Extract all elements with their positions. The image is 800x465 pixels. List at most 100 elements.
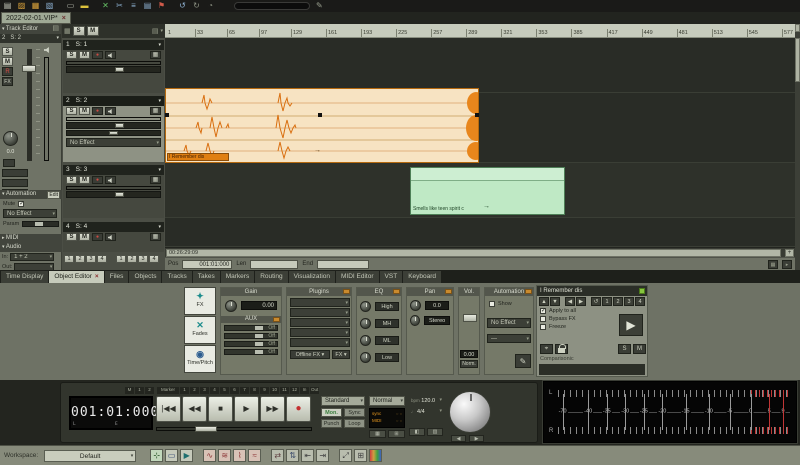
- track-row-2[interactable]: 2 S: 2 ▾ S M ● ▦ No Effect▾: [63, 96, 164, 162]
- close-tab-icon[interactable]: ×: [95, 273, 99, 280]
- plugin-slot-dropdown[interactable]: ▾: [290, 298, 350, 307]
- marker-in-button[interactable]: In: [300, 387, 309, 394]
- preset-button-1[interactable]: 1: [64, 255, 74, 263]
- aux-send-handle[interactable]: [255, 326, 263, 330]
- object-mode-icon[interactable]: ⊹: [150, 449, 163, 462]
- aux-badge[interactable]: [273, 317, 280, 322]
- audio-in-dropdown[interactable]: 1 + 2▾: [10, 253, 54, 261]
- volume-up-button[interactable]: ▶: [469, 435, 484, 442]
- monitor-button[interactable]: Mon.: [321, 408, 342, 417]
- apply-to-all-checkbox[interactable]: ✓: [540, 308, 546, 314]
- range-mode-icon[interactable]: ▭: [165, 449, 178, 462]
- track-option-button-1[interactable]: [2, 169, 28, 177]
- chevron-down-icon[interactable]: ▾: [158, 222, 161, 232]
- marker-6-button[interactable]: 6: [230, 387, 239, 394]
- aux-send-slider[interactable]: Off: [224, 341, 278, 347]
- object-volume-value[interactable]: 0.00: [460, 350, 478, 358]
- solo-button[interactable]: S: [66, 176, 77, 184]
- marker-11-button[interactable]: 11: [280, 387, 289, 394]
- marker-7-button[interactable]: 7: [240, 387, 249, 394]
- freeze-icon[interactable]: ▦: [150, 176, 161, 184]
- mixer-icon[interactable]: ✕: [100, 1, 111, 11]
- object-volume-handle[interactable]: [463, 314, 477, 322]
- timesig-dropdown[interactable]: ♩ 4/4▾: [409, 407, 443, 417]
- pan-slider[interactable]: [66, 130, 161, 136]
- track-row-3[interactable]: 3 S: 3 ▾ S M ● ▦: [63, 165, 164, 218]
- midi-section-header[interactable]: ▸ MIDI: [0, 234, 62, 243]
- plugin-slot-dropdown[interactable]: ▾: [290, 308, 350, 317]
- record-button[interactable]: ●: [92, 233, 103, 241]
- eq-knob[interactable]: [360, 352, 371, 363]
- len-field[interactable]: [250, 260, 298, 269]
- up-button[interactable]: ▲: [539, 297, 549, 306]
- eq-badge[interactable]: [393, 289, 400, 294]
- track-fx-dropdown[interactable]: No Effect▾: [66, 138, 161, 147]
- timeline-ruler[interactable]: 1336597129161193225257289321353385417449…: [165, 24, 795, 38]
- track-lane-1[interactable]: [165, 38, 795, 93]
- grid-icon[interactable]: ▦: [64, 27, 71, 35]
- pan-knob[interactable]: [410, 300, 421, 311]
- audio-object-green[interactable]: → Smells like teen spirit c: [410, 167, 565, 215]
- curve-mode-2-icon[interactable]: ≋: [218, 449, 231, 462]
- audio-section-header[interactable]: ▾ Audio: [0, 243, 62, 252]
- marker-1-button[interactable]: 1: [180, 387, 189, 394]
- open-project-icon[interactable]: ▨: [16, 1, 27, 11]
- panel-menu-icon[interactable]: ▤: [52, 24, 59, 34]
- all-solo-button[interactable]: S: [73, 26, 85, 36]
- layout-icon[interactable]: ▤: [152, 27, 159, 35]
- volume-slider-handle[interactable]: [115, 67, 124, 72]
- punch-button[interactable]: Punch: [321, 419, 342, 428]
- marker-3-button[interactable]: 3: [200, 387, 209, 394]
- move-horizontal-icon[interactable]: ⇄: [271, 449, 284, 462]
- undo-button[interactable]: ↺: [591, 297, 601, 306]
- lock-button[interactable]: [555, 344, 568, 354]
- close-tab-icon[interactable]: ×: [62, 13, 66, 23]
- curve-mode-1-icon[interactable]: ∿: [203, 449, 216, 462]
- object-mute-button[interactable]: M: [633, 344, 646, 354]
- object-handle[interactable]: [165, 113, 169, 117]
- monitor-button[interactable]: [105, 107, 116, 115]
- audio-object-orange[interactable]: → I Remember dis: [165, 88, 479, 163]
- draw-automation-button[interactable]: ✎: [515, 354, 531, 368]
- mute-button[interactable]: M: [79, 233, 90, 241]
- cursor-mode-icon[interactable]: ▶: [180, 449, 193, 462]
- grid-icon[interactable]: ⊞: [354, 449, 367, 462]
- all-mute-button[interactable]: M: [87, 26, 99, 36]
- object-arrow-icon[interactable]: →: [314, 147, 321, 154]
- track-header[interactable]: 1 S: 1 ▾: [63, 40, 164, 50]
- object-editor-tab-time-pitch[interactable]: ◉Time/Pitch: [184, 345, 216, 373]
- track-option-button-2[interactable]: [2, 179, 28, 187]
- left-button[interactable]: ◀: [565, 297, 575, 306]
- click-button[interactable]: ▦: [369, 430, 386, 438]
- aux-send-handle[interactable]: [255, 350, 263, 354]
- show-checkbox[interactable]: [489, 301, 495, 307]
- tab-keyboard[interactable]: Keyboard: [403, 271, 441, 283]
- mute-button[interactable]: M: [79, 51, 90, 59]
- object-arrow-icon[interactable]: →: [483, 203, 490, 210]
- eq-knob[interactable]: [360, 301, 371, 312]
- preset-button-4[interactable]: 4: [97, 255, 107, 263]
- import-audio-icon[interactable]: ▧: [44, 1, 55, 11]
- scrollbar-handle[interactable]: [795, 38, 800, 82]
- mini-cell-2[interactable]: 2: [145, 387, 154, 394]
- horizontal-scrollbar[interactable]: 00:26:29:09 +: [165, 247, 795, 257]
- speaker-icon[interactable]: [44, 47, 51, 53]
- object-handle[interactable]: [475, 113, 479, 117]
- stop-button[interactable]: ■: [208, 396, 233, 422]
- tab-files[interactable]: Files: [105, 271, 129, 283]
- preset-button-2[interactable]: 2: [127, 255, 137, 263]
- take-1-button[interactable]: 1: [602, 297, 612, 306]
- pos-field[interactable]: 001:01:000: [182, 260, 232, 269]
- time-display[interactable]: 001:01:000 L E: [69, 396, 153, 430]
- record-button[interactable]: ●: [286, 396, 311, 422]
- pan-badge[interactable]: [445, 289, 452, 294]
- skip-to-start-button[interactable]: |◀◀: [156, 396, 181, 422]
- solo-button[interactable]: S: [66, 107, 77, 115]
- track-lane-4[interactable]: [165, 218, 795, 247]
- preset-button-3[interactable]: 3: [86, 255, 96, 263]
- curve-mode-3-icon[interactable]: ⌇: [233, 449, 246, 462]
- grid-button[interactable]: ▦: [768, 260, 778, 269]
- document-tab[interactable]: 2022-02-01.VIP* ×: [1, 12, 71, 24]
- tab-visualization[interactable]: Visualization: [289, 271, 335, 283]
- mute-button[interactable]: M: [79, 176, 90, 184]
